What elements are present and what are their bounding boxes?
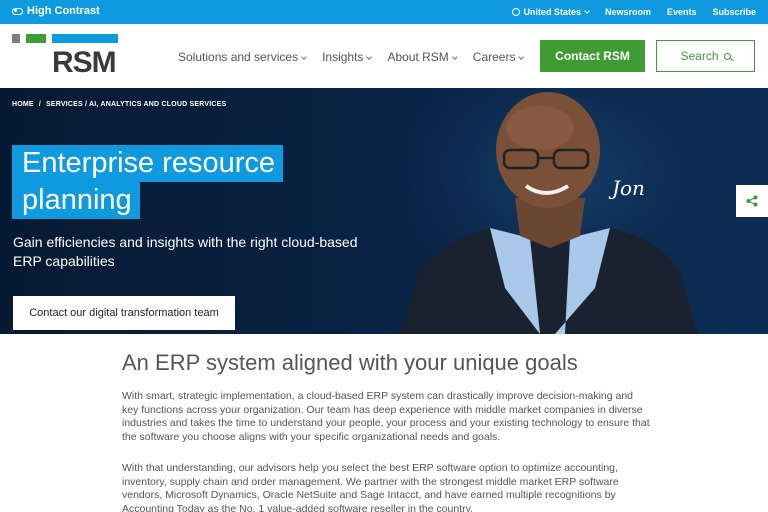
contact-digital-team-button[interactable]: Contact our digital transformation team xyxy=(13,296,235,330)
page-title-line-2: planning xyxy=(12,182,140,219)
breadcrumb: HOME / SERVICES / AI, ANALYTICS AND CLOUD … xyxy=(12,101,226,108)
logo-gray-block xyxy=(12,34,20,43)
breadcrumb-separator: / xyxy=(38,101,41,108)
chevron-down-icon xyxy=(451,54,458,60)
breadcrumb-home[interactable]: HOME xyxy=(12,101,34,108)
toggle-icon xyxy=(12,7,23,15)
share-icon xyxy=(746,195,758,207)
logo-wordmark: RSM xyxy=(52,46,117,79)
chevron-down-icon xyxy=(366,54,373,60)
newsroom-link[interactable]: Newsroom xyxy=(605,7,651,17)
region-label: United States xyxy=(523,7,581,17)
chevron-down-icon xyxy=(584,8,590,14)
search-icon xyxy=(723,52,731,60)
nav-item-label: Solutions and services xyxy=(178,50,299,64)
search-label: Search xyxy=(680,49,719,63)
subscribe-link[interactable]: Subscribe xyxy=(712,7,756,17)
nav-item-label: About RSM xyxy=(387,50,449,64)
nav-item-insights[interactable]: Insights xyxy=(322,50,373,64)
site-header: RSM Solutions and services Insights Abou… xyxy=(0,24,768,88)
search-button[interactable]: Search xyxy=(656,40,755,72)
section-heading: An ERP system aligned with your unique g… xyxy=(122,350,578,375)
events-link[interactable]: Events xyxy=(667,7,697,17)
chevron-down-icon xyxy=(301,54,307,60)
hero-subtitle: Gain efficiencies and insights with the … xyxy=(13,234,358,269)
globe-icon xyxy=(512,8,521,16)
high-contrast-toggle[interactable]: High Contrast xyxy=(12,5,100,17)
body-paragraph: With smart, strategic implementation, a … xyxy=(122,390,650,443)
nav-item-solutions[interactable]: Solutions and services xyxy=(178,50,307,64)
utility-links: United States Newsroom Events Subscribe xyxy=(512,7,756,17)
utility-bar: High Contrast United States Newsroom Eve… xyxy=(0,0,768,24)
rsm-logo[interactable]: RSM xyxy=(12,34,120,80)
main-content: An ERP system aligned with your unique g… xyxy=(0,334,768,512)
share-button[interactable] xyxy=(736,185,768,217)
body-paragraph: With that understanding, our advisors he… xyxy=(122,462,619,512)
region-selector[interactable]: United States xyxy=(512,7,590,17)
chevron-down-icon xyxy=(518,54,525,60)
hero-banner: HOME / SERVICES / AI, ANALYTICS AND CLOUD … xyxy=(0,88,768,334)
nav-item-about[interactable]: About RSM xyxy=(387,50,458,64)
breadcrumb-services[interactable]: SERVICES / AI, ANALYTICS AND CLOUD SERVI… xyxy=(46,101,226,108)
page-title-line-1: Enterprise resource xyxy=(12,145,284,182)
logo-blue-block xyxy=(52,34,118,43)
logo-green-block xyxy=(26,34,46,43)
hero-portrait xyxy=(380,88,710,334)
contact-rsm-button[interactable]: Contact RSM xyxy=(540,40,645,72)
nav-item-label: Careers xyxy=(472,50,516,64)
signature: Jon xyxy=(612,176,645,200)
main-nav: Solutions and services Insights About RS… xyxy=(178,50,525,64)
nav-item-label: Insights xyxy=(322,50,364,64)
high-contrast-label: High Contrast xyxy=(27,5,100,17)
nav-item-careers[interactable]: Careers xyxy=(472,50,525,64)
